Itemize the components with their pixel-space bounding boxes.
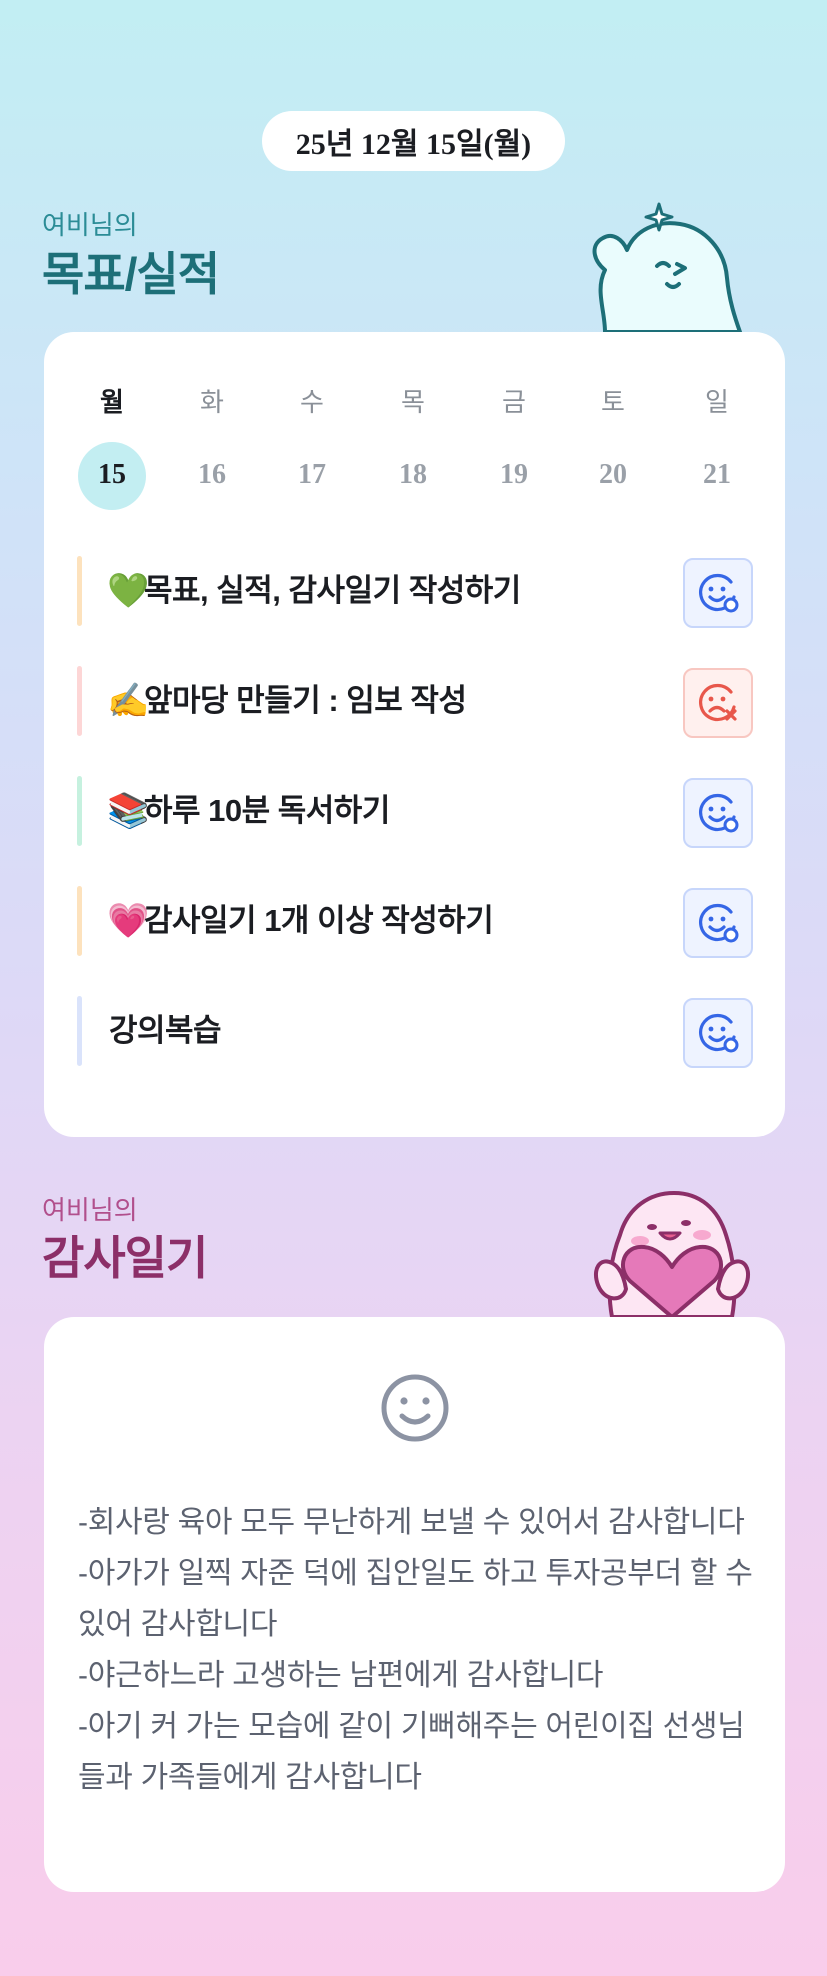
goal-item: 📚 하루 10분 독서하기 xyxy=(77,776,753,848)
date-cell[interactable]: 20 xyxy=(578,459,648,491)
date-cell[interactable]: 21 xyxy=(682,459,752,491)
weekday-wed[interactable]: 수 xyxy=(277,382,347,419)
gratitude-line: -야근하느라 고생하는 남편에게 감사합니다 xyxy=(78,1659,604,1692)
goal-status-button[interactable] xyxy=(683,998,753,1068)
gratitude-section-title: 감사일기 xyxy=(42,1232,208,1284)
goal-status-button[interactable] xyxy=(683,558,753,628)
goal-item: ✍️ 앞마당 만들기 : 임보 작성 xyxy=(77,666,753,738)
smile-face-check-icon xyxy=(699,1013,739,1053)
date-row: 15 16 17 18 19 20 21 xyxy=(44,459,785,499)
gratitude-card: -회사랑 육아 모두 무난하게 보낼 수 있어서 감사합니다 -아가가 일찍 자… xyxy=(44,1317,785,1892)
sad-face-x-icon xyxy=(699,683,737,722)
goals-section-title: 목표/실적 xyxy=(42,248,220,300)
weekday-tue[interactable]: 화 xyxy=(177,382,247,419)
goal-text: 하루 10분 독서하기 xyxy=(144,793,390,828)
goal-item: 💗 감사일기 1개 이상 작성하기 xyxy=(77,886,753,958)
weekday-mon[interactable]: 월 xyxy=(77,382,147,419)
date-cell[interactable]: 17 xyxy=(277,459,347,491)
gratitude-line: -아기 커 가는 모습에 같이 기뻐해주는 어린이집 선생님들과 가족들에게 감… xyxy=(78,1710,745,1794)
goal-text: 감사일기 1개 이상 작성하기 xyxy=(144,903,494,938)
gratitude-line: -아가가 일찍 자준 덕에 집안일도 하고 투자공부더 할 수 있어 감사합니다 xyxy=(78,1557,753,1641)
goal-item: 강의복습 xyxy=(77,996,753,1068)
weekday-sun[interactable]: 일 xyxy=(682,382,752,419)
goals-card: 월 화 수 목 금 토 일 15 16 17 18 19 20 21 💚 목표,… xyxy=(44,332,785,1137)
gratitude-entries: -회사랑 육아 모두 무난하게 보낼 수 있어서 감사합니다 -아가가 일찍 자… xyxy=(78,1497,768,1803)
smile-face-check-icon xyxy=(699,793,739,833)
goal-text: 앞마당 만들기 : 임보 작성 xyxy=(144,683,467,718)
gratitude-line: -회사랑 육아 모두 무난하게 보낼 수 있어서 감사합니다 xyxy=(78,1506,745,1539)
goal-color-bar xyxy=(77,556,82,626)
goal-text: 강의복습 xyxy=(109,1013,222,1048)
goal-status-button[interactable] xyxy=(683,888,753,958)
writing-hand-icon: ✍️ xyxy=(107,682,150,720)
goal-color-bar xyxy=(77,996,82,1066)
date-cell[interactable]: 18 xyxy=(378,459,448,491)
smile-face-check-icon xyxy=(699,573,739,613)
weekday-sat[interactable]: 토 xyxy=(578,382,648,419)
weekday-fri[interactable]: 금 xyxy=(479,382,549,419)
green-heart-icon: 💚 xyxy=(107,572,150,610)
weekday-row: 월 화 수 목 금 토 일 xyxy=(44,382,785,422)
goal-color-bar xyxy=(77,776,82,846)
goal-color-bar xyxy=(77,666,82,736)
goal-color-bar xyxy=(77,886,82,956)
date-cell[interactable]: 19 xyxy=(479,459,549,491)
smile-face-check-icon xyxy=(699,903,739,943)
mascot-ghost-illustration xyxy=(592,202,742,332)
date-cell-selected[interactable]: 15 xyxy=(77,459,147,491)
pink-heart-icon: 💗 xyxy=(107,902,150,940)
books-icon: 📚 xyxy=(107,792,150,830)
mascot-heart-illustration xyxy=(593,1191,751,1317)
smile-face-icon xyxy=(381,1374,449,1442)
goal-item: 💚 목표, 실적, 감사일기 작성하기 xyxy=(77,556,753,628)
goals-section-subtitle: 여비님의 xyxy=(42,210,138,240)
goal-text: 목표, 실적, 감사일기 작성하기 xyxy=(144,573,521,608)
date-label: 25년 12월 15일(월) xyxy=(262,111,565,171)
date-cell[interactable]: 16 xyxy=(177,459,247,491)
goal-status-button[interactable] xyxy=(683,668,753,738)
goal-status-button[interactable] xyxy=(683,778,753,848)
weekday-thu[interactable]: 목 xyxy=(378,382,448,419)
